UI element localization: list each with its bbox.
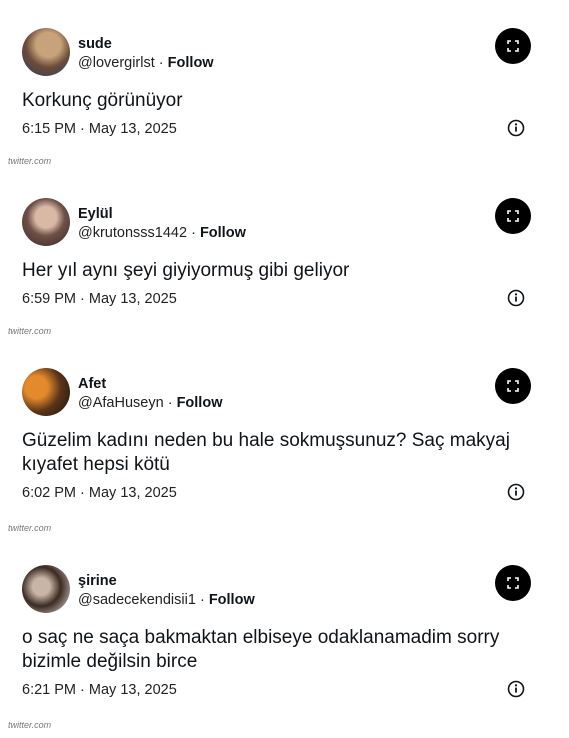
follow-link[interactable]: Follow — [168, 55, 214, 71]
tweet-text: Güzelim kadını neden bu hale sokmuşsunuz… — [22, 430, 510, 475]
author-handle[interactable]: @AfaHuseyn — [78, 395, 164, 411]
separator: · — [167, 395, 173, 411]
tweet-text: Her yıl aynı şeyi giyiyormuş gibi geliyo… — [22, 260, 350, 281]
separator: · — [199, 592, 205, 608]
tweet-date: May 13, 2025 — [88, 121, 177, 137]
expand-button[interactable] — [495, 565, 531, 601]
timestamp[interactable]: 6:21 PM · May 13, 2025 — [22, 682, 177, 698]
handle-row: @sadecekendisii1 · Follow — [78, 592, 255, 608]
source-label: twitter.com — [8, 523, 52, 533]
timestamp[interactable]: 6:02 PM · May 13, 2025 — [22, 485, 177, 501]
follow-link[interactable]: Follow — [200, 225, 246, 241]
expand-icon — [507, 577, 519, 589]
info-icon[interactable] — [507, 119, 525, 137]
expand-button[interactable] — [495, 198, 531, 234]
source-label: twitter.com — [8, 156, 52, 166]
author-handle[interactable]: @krutonsss1442 — [78, 225, 187, 241]
tweet-time: 6:02 PM — [22, 485, 76, 501]
author-handle[interactable]: @sadecekendisii1 — [78, 592, 196, 608]
follow-link[interactable]: Follow — [177, 395, 223, 411]
author-name[interactable]: sude — [78, 36, 112, 52]
author-name[interactable]: Afet — [78, 376, 106, 392]
separator: · — [80, 485, 85, 501]
info-icon[interactable] — [507, 483, 525, 501]
tweet-date: May 13, 2025 — [88, 291, 177, 307]
timestamp[interactable]: 6:59 PM · May 13, 2025 — [22, 291, 177, 307]
expand-button[interactable] — [495, 28, 531, 64]
handle-row: @krutonsss1442 · Follow — [78, 225, 246, 241]
source-label: twitter.com — [8, 326, 52, 336]
tweet-text: o saç ne saça bakmaktan elbiseye odaklan… — [22, 627, 500, 672]
info-icon[interactable] — [507, 289, 525, 307]
avatar[interactable] — [22, 198, 70, 246]
info-icon[interactable] — [507, 680, 525, 698]
avatar[interactable] — [22, 565, 70, 613]
tweet-date: May 13, 2025 — [88, 485, 177, 501]
tweet-time: 6:21 PM — [22, 682, 76, 698]
avatar[interactable] — [22, 28, 70, 76]
author-name[interactable]: Eylül — [78, 206, 113, 222]
follow-link[interactable]: Follow — [209, 592, 255, 608]
expand-icon — [507, 210, 519, 222]
source-label: twitter.com — [8, 720, 52, 730]
tweet-time: 6:15 PM — [22, 121, 76, 137]
handle-row: @lovergirlst · Follow — [78, 55, 214, 71]
separator: · — [80, 121, 85, 137]
separator: · — [191, 225, 196, 241]
expand-icon — [507, 40, 519, 52]
timestamp[interactable]: 6:15 PM · May 13, 2025 — [22, 121, 177, 137]
separator: · — [80, 682, 85, 698]
author-name[interactable]: şirine — [78, 573, 117, 589]
tweet-text: Korkunç görünüyor — [22, 90, 183, 111]
tweet-date: May 13, 2025 — [88, 682, 177, 698]
author-handle[interactable]: @lovergirlst — [78, 55, 155, 71]
tweet-time: 6:59 PM — [22, 291, 76, 307]
handle-row: @AfaHuseyn · Follow — [78, 395, 222, 411]
expand-icon — [507, 380, 519, 392]
avatar[interactable] — [22, 368, 70, 416]
expand-button[interactable] — [495, 368, 531, 404]
separator: · — [80, 291, 85, 307]
separator: · — [158, 55, 164, 71]
